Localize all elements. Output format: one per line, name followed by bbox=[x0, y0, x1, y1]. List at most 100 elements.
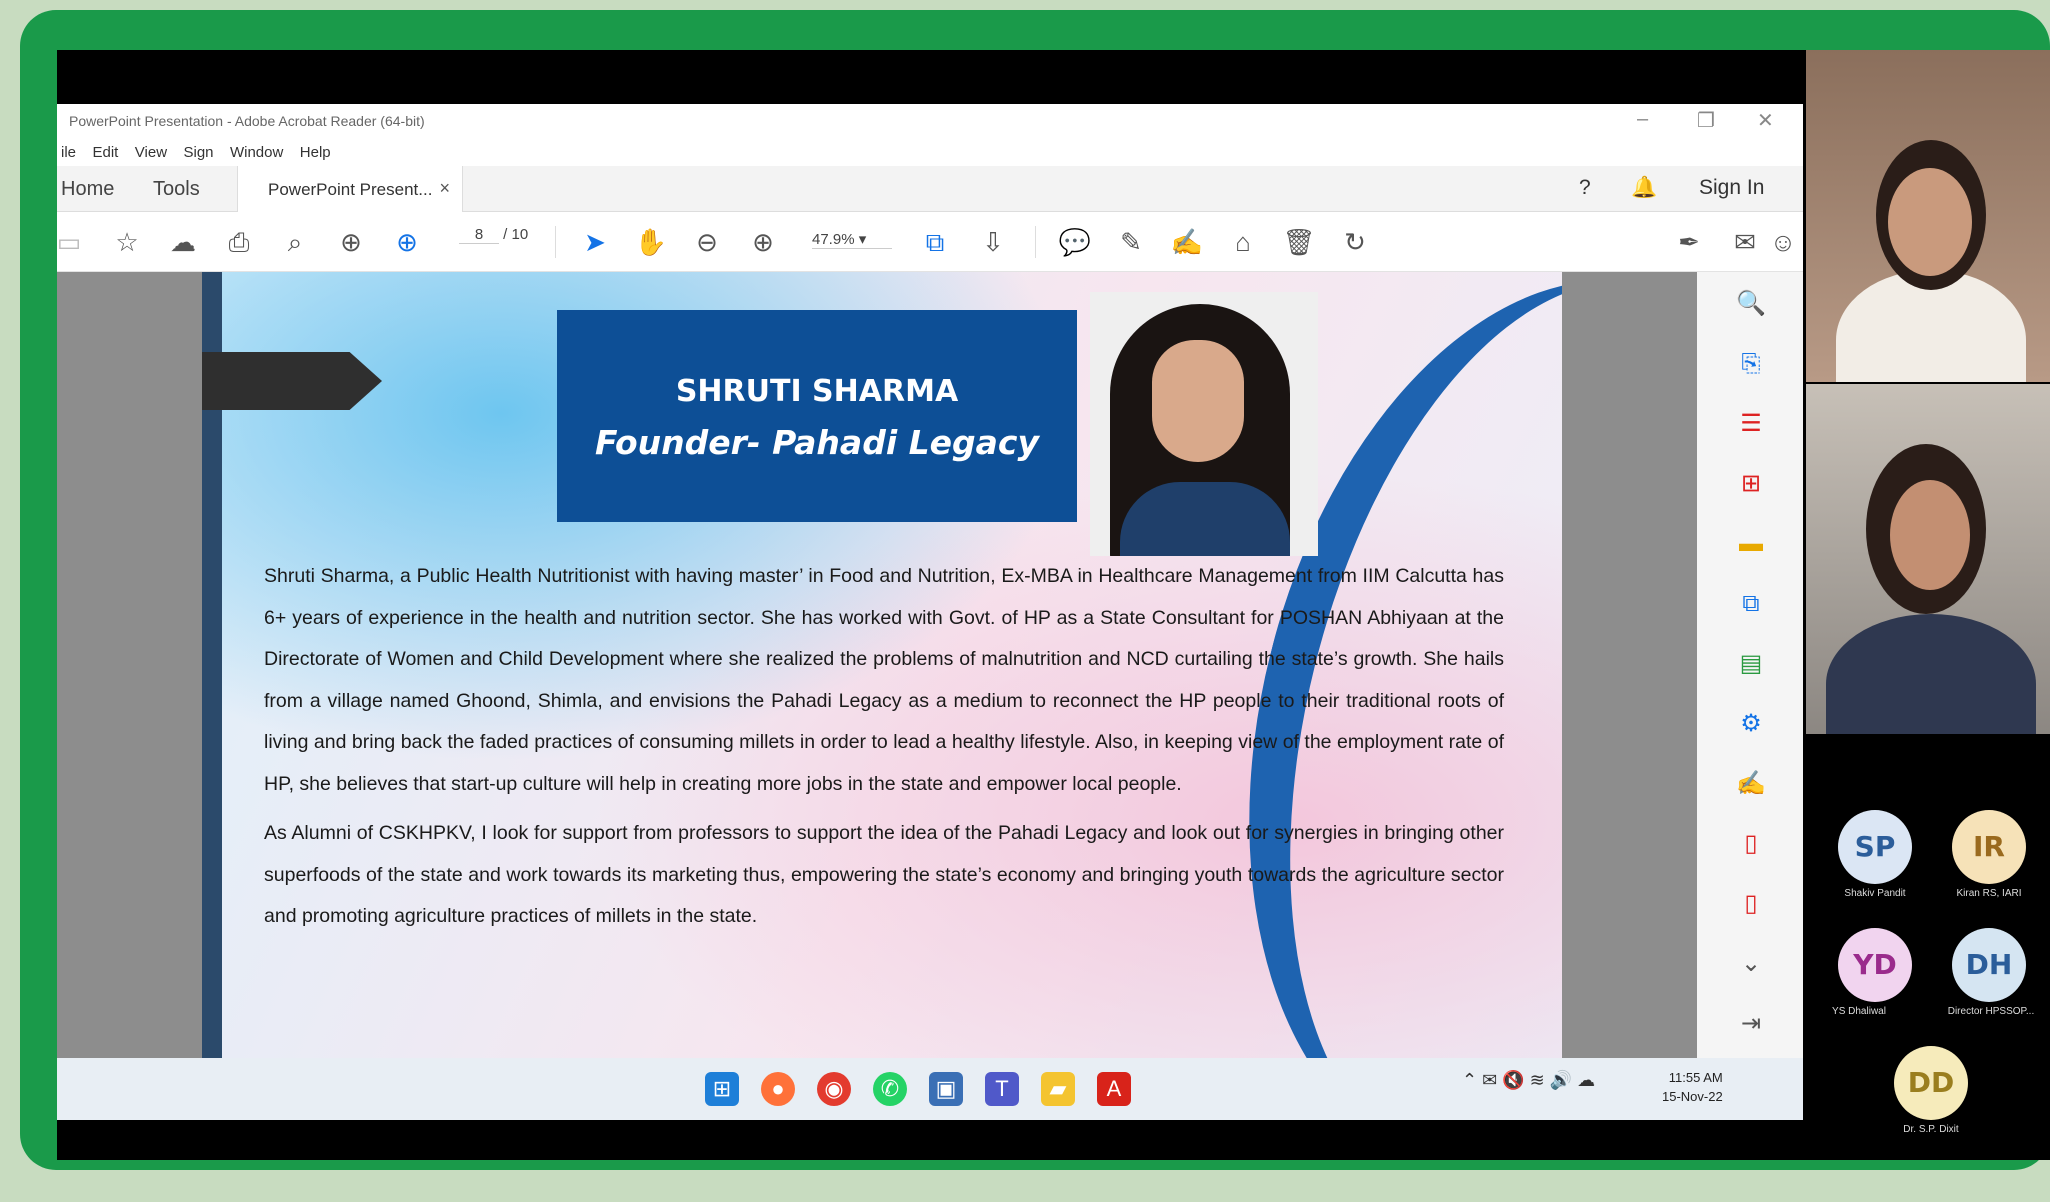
sign-in-link[interactable]: Sign In bbox=[1699, 176, 1764, 200]
stamp-icon[interactable]: ⌂ bbox=[1225, 224, 1261, 260]
collapse-pane-icon[interactable]: ⇥ bbox=[1735, 1008, 1767, 1040]
title-bar: PowerPoint Presentation - Adobe Acrobat … bbox=[57, 104, 1803, 138]
print-icon[interactable]: ⎙ bbox=[221, 224, 257, 260]
sign-pen-icon[interactable]: ✒ bbox=[1671, 224, 1707, 260]
select-cursor-icon[interactable]: ➤ bbox=[577, 224, 613, 260]
speaker-role: Founder- Pahadi Legacy bbox=[594, 423, 1039, 462]
participant-name: Dr. S.P. Dixit bbox=[1903, 1124, 1959, 1135]
participant-name: Director HPSSOP... bbox=[1947, 1006, 2035, 1017]
fill-sign-icon[interactable]: ⚙ bbox=[1735, 708, 1767, 740]
avatar-initials: DH bbox=[1965, 948, 2013, 981]
participant-name: YS Dhaliwal bbox=[1832, 1006, 1886, 1017]
participant-avatar[interactable]: SP bbox=[1838, 810, 1912, 884]
tab-tools[interactable]: Tools bbox=[153, 178, 200, 201]
toolbar: ▭ ☆ ☁ ⎙ ⌕ ⊕ ⊕ 8 / 10 ➤ ✋ ⊖ ⊕ 47.9% ▾ ⧉ ⇩… bbox=[57, 212, 1803, 272]
window-app-icon[interactable]: ▣ bbox=[929, 1072, 963, 1106]
hand-tool-icon[interactable]: ✋ bbox=[633, 224, 669, 260]
draw-icon[interactable]: ✍ bbox=[1169, 224, 1205, 260]
speaker-name: SHRUTI SHARMA bbox=[675, 374, 959, 409]
page-down-icon[interactable]: ⊕ bbox=[389, 224, 425, 260]
organize-pages-icon[interactable]: ☰ bbox=[1735, 408, 1767, 440]
video-person-face bbox=[1890, 480, 1970, 590]
zoom-level[interactable]: 47.9% ▾ bbox=[812, 230, 892, 249]
chrome-icon[interactable]: ◉ bbox=[817, 1072, 851, 1106]
chevron-down-icon[interactable]: ⌄ bbox=[1735, 948, 1767, 980]
compress-icon[interactable]: ▤ bbox=[1735, 648, 1767, 680]
taskbar-clock[interactable]: 11:55 AM 15-Nov-22 bbox=[1662, 1068, 1723, 1106]
clock-date: 15-Nov-22 bbox=[1662, 1089, 1723, 1104]
close-tab-icon[interactable]: × bbox=[439, 178, 450, 199]
teams-icon[interactable]: T bbox=[985, 1072, 1019, 1106]
system-tray[interactable]: ⌃ ✉ 🔇 ≋ 🔊 ☁ bbox=[1462, 1070, 1595, 1091]
combine-files-icon[interactable]: ⧉ bbox=[1735, 588, 1767, 620]
page-navigator: 8 / 10 bbox=[459, 226, 528, 244]
participant-avatar[interactable]: YD bbox=[1838, 928, 1912, 1002]
comment-panel-icon[interactable]: ▬ bbox=[1735, 528, 1767, 560]
participant-avatar[interactable]: DH bbox=[1952, 928, 2026, 1002]
protect-icon[interactable]: ▯ bbox=[1735, 828, 1767, 860]
speaker-photo bbox=[1090, 292, 1318, 556]
highlight-pen-icon[interactable]: ✎ bbox=[1113, 224, 1149, 260]
export-pdf-icon[interactable]: ⎘ bbox=[1735, 348, 1767, 380]
document-tab-label: PowerPoint Present... bbox=[268, 180, 433, 199]
comment-icon[interactable]: 💬 bbox=[1057, 224, 1093, 260]
video-person-body bbox=[1826, 614, 2036, 734]
participant-name: Kiran RS, IARI bbox=[1956, 888, 2022, 899]
window-title: PowerPoint Presentation - Adobe Acrobat … bbox=[69, 113, 425, 129]
zoom-out-icon[interactable]: ⊖ bbox=[689, 224, 725, 260]
fit-page-icon[interactable]: ⧉ bbox=[917, 224, 953, 260]
participant-video-1[interactable] bbox=[1806, 50, 2050, 382]
minimize-icon[interactable]: – bbox=[1637, 108, 1648, 131]
photo-body bbox=[1120, 482, 1290, 556]
acrobat-icon[interactable]: A bbox=[1097, 1072, 1131, 1106]
tab-document[interactable]: PowerPoint Present... × bbox=[237, 166, 463, 212]
delete-icon[interactable]: 🗑 bbox=[1281, 224, 1317, 260]
bookmark-star-icon[interactable]: ☆ bbox=[109, 224, 145, 260]
rotate-icon[interactable]: ↻ bbox=[1337, 224, 1373, 260]
toolbar-divider bbox=[1035, 226, 1036, 258]
whatsapp-icon[interactable]: ✆ bbox=[873, 1072, 907, 1106]
tab-home[interactable]: Home bbox=[61, 178, 114, 201]
bio-text: Shruti Sharma, a Public Health Nutrition… bbox=[264, 556, 1504, 938]
close-window-icon[interactable]: ✕ bbox=[1757, 108, 1774, 133]
zoom-search-icon[interactable]: ⌕ bbox=[277, 224, 313, 260]
bell-icon[interactable]: 🔔 bbox=[1631, 176, 1657, 200]
save-icon[interactable]: ▭ bbox=[57, 224, 87, 260]
participant-name: Shakiv Pandit bbox=[1844, 888, 1906, 899]
tab-bar: Home Tools PowerPoint Present... × ? 🔔 S… bbox=[57, 166, 1803, 212]
participant-avatar[interactable]: IR bbox=[1952, 810, 2026, 884]
clock-time: 11:55 AM bbox=[1668, 1070, 1723, 1085]
menu-sign[interactable]: Sign bbox=[183, 144, 213, 161]
restore-icon[interactable]: ❐ bbox=[1697, 108, 1715, 133]
avatar-initials: IR bbox=[1973, 830, 2005, 863]
request-signature-icon[interactable]: ✍ bbox=[1735, 768, 1767, 800]
more-tools-icon[interactable]: ▯ bbox=[1735, 888, 1767, 920]
search-icon[interactable]: 🔍 bbox=[1735, 288, 1767, 320]
upload-cloud-icon[interactable]: ☁ bbox=[165, 224, 201, 260]
menu-help[interactable]: Help bbox=[300, 144, 331, 161]
start-icon[interactable]: ⊞ bbox=[705, 1072, 739, 1106]
slide-arrow-shape bbox=[202, 352, 382, 410]
avatar-initials: SP bbox=[1854, 830, 1896, 863]
page-up-icon[interactable]: ⊕ bbox=[333, 224, 369, 260]
create-pdf-icon[interactable]: ⊞ bbox=[1735, 468, 1767, 500]
scroll-mode-icon[interactable]: ⇩ bbox=[975, 224, 1011, 260]
menu-edit[interactable]: Edit bbox=[92, 144, 118, 161]
document-area[interactable]: SHRUTI SHARMA Founder- Pahadi Legacy Shr… bbox=[57, 272, 1697, 1058]
file-explorer-icon[interactable]: ▰ bbox=[1041, 1072, 1075, 1106]
menu-window[interactable]: Window bbox=[230, 144, 283, 161]
participant-video-2[interactable] bbox=[1806, 384, 2050, 734]
toolbar-divider bbox=[555, 226, 556, 258]
photo-face bbox=[1152, 340, 1244, 462]
email-icon[interactable]: ✉ bbox=[1727, 224, 1763, 260]
name-banner: SHRUTI SHARMA Founder- Pahadi Legacy bbox=[557, 310, 1077, 522]
share-user-icon[interactable]: ☺ bbox=[1765, 224, 1801, 260]
zoom-in-icon[interactable]: ⊕ bbox=[745, 224, 781, 260]
help-icon[interactable]: ? bbox=[1579, 176, 1591, 200]
firefox-icon[interactable]: ● bbox=[761, 1072, 795, 1106]
page-number-input[interactable]: 8 bbox=[459, 226, 499, 244]
menu-view[interactable]: View bbox=[135, 144, 167, 161]
zoom-value: 47.9% bbox=[812, 231, 855, 248]
menu-file[interactable]: ile bbox=[61, 144, 76, 161]
participant-avatar[interactable]: DD bbox=[1894, 1046, 1968, 1120]
